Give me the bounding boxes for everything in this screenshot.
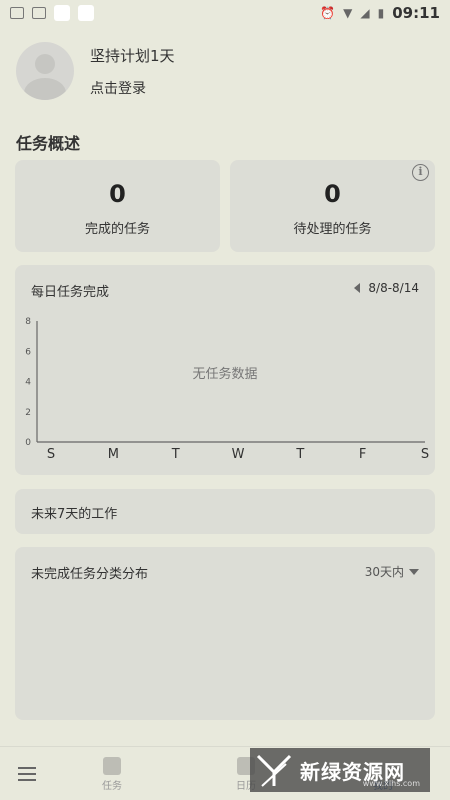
next7-title: 未来7天的工作 <box>31 507 118 522</box>
app-notification-icon-2 <box>78 5 94 21</box>
signal-box-icon <box>32 7 46 19</box>
y-tick-label-0: 0 <box>25 438 31 448</box>
y-tick-label-1: 2 <box>25 408 31 418</box>
alarm-icon: ⏰ <box>320 6 336 20</box>
x-tick-label-4: T <box>295 447 304 462</box>
next7-card[interactable]: 未来7天的工作 <box>15 489 435 534</box>
x-tick-label-6: S <box>421 447 429 462</box>
app-notification-icon <box>54 5 70 21</box>
login-link[interactable]: 点击登录 <box>90 78 175 98</box>
wifi-icon: ▼ <box>343 6 353 20</box>
completed-label: 完成的任务 <box>84 222 150 237</box>
pending-label: 待处理的任务 <box>293 222 372 237</box>
pending-count: 0 <box>324 180 341 208</box>
daily-chart-card: 每日任务完成 8/8-8/14 02468SMTWTFS 无任务数据 <box>15 265 435 475</box>
completed-count: 0 <box>109 180 126 208</box>
y-tick-label-4: 8 <box>25 317 31 327</box>
watermark-banner: 新绿资源网 www.xlhs.com <box>250 748 430 792</box>
y-tick-label-3: 6 <box>25 347 31 357</box>
profile-header[interactable]: 坚持计划1天 点击登录 <box>16 42 175 100</box>
avatar[interactable] <box>16 42 74 100</box>
status-bar: ⏰ ▼ ◢ ▮ 09:11 <box>0 0 450 26</box>
info-icon[interactable]: i <box>412 164 429 181</box>
chevron-down-icon <box>409 568 419 575</box>
range-dropdown-label: 30天内 <box>364 565 404 579</box>
x-tick-label-5: F <box>359 447 366 462</box>
app-screen: ⏰ ▼ ◢ ▮ 09:11 坚持计划1天 点击登录 任务概述 0 完成的任务 i… <box>0 0 450 800</box>
battery-icon: ▮ <box>377 6 385 20</box>
tab-tasks[interactable]: 任务 <box>92 757 132 792</box>
distribution-title: 未完成任务分类分布 <box>31 567 149 582</box>
distribution-card: 未完成任务分类分布 30天内 <box>15 547 435 720</box>
watermark-logo-icon <box>256 754 292 787</box>
completed-card[interactable]: 0 完成的任务 <box>15 160 220 252</box>
streak-text: 坚持计划1天 <box>90 46 175 65</box>
notes-icon <box>10 7 24 19</box>
clock: 09:11 <box>392 4 440 22</box>
signal-icon: ◢ <box>360 6 370 20</box>
watermark-url: www.xlhs.com <box>362 779 420 788</box>
pending-card[interactable]: i 0 待处理的任务 <box>230 160 435 252</box>
x-tick-label-2: T <box>171 447 180 462</box>
tasks-icon <box>103 757 121 775</box>
x-tick-label-1: M <box>108 447 119 462</box>
x-tick-label-0: S <box>47 447 55 462</box>
range-dropdown[interactable]: 30天内 <box>365 563 419 580</box>
overview-title: 任务概述 <box>16 134 81 153</box>
menu-icon[interactable] <box>18 767 36 781</box>
no-data-text: 无任务数据 <box>192 367 258 382</box>
x-tick-label-3: W <box>232 447 245 462</box>
tab-tasks-label: 任务 <box>102 781 122 792</box>
